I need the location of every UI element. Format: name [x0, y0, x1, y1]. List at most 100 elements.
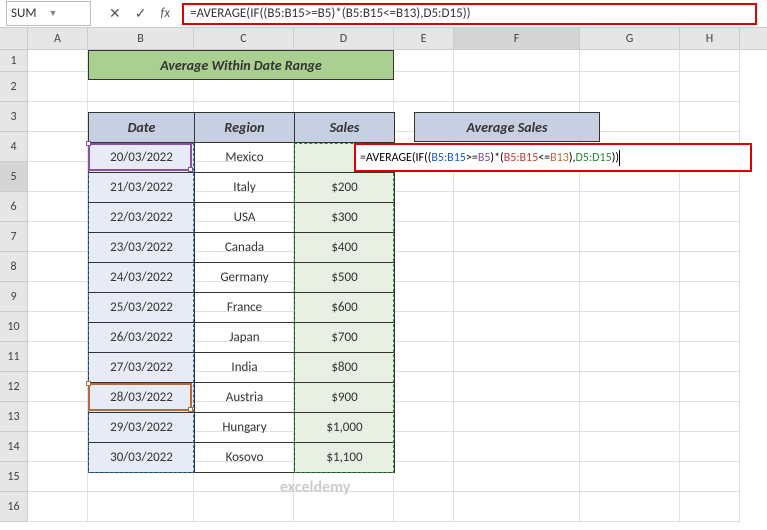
- cell-E8[interactable]: [394, 252, 454, 282]
- cell-H16[interactable]: [680, 492, 740, 522]
- cell-F14[interactable]: [454, 432, 580, 462]
- cell-E6[interactable]: [394, 192, 454, 222]
- col-header-D[interactable]: D: [294, 28, 394, 49]
- cell-F10[interactable]: [454, 312, 580, 342]
- cell-D16[interactable]: [294, 492, 394, 522]
- row-header[interactable]: 11: [0, 342, 28, 372]
- row-header[interactable]: 15: [0, 462, 28, 492]
- cell-H14[interactable]: [680, 432, 740, 462]
- cell-F2[interactable]: [454, 72, 580, 102]
- col-header-F[interactable]: F: [454, 28, 580, 49]
- cell-E16[interactable]: [394, 492, 454, 522]
- cell-F12[interactable]: [454, 372, 580, 402]
- cell-H12[interactable]: [680, 372, 740, 402]
- row-header[interactable]: 4: [0, 132, 28, 162]
- row-header[interactable]: 10: [0, 312, 28, 342]
- cell-A15[interactable]: [28, 462, 88, 492]
- active-cell-formula[interactable]: =AVERAGE(IF((B5:B15>=B5)*(B5:B15<=B13),D…: [354, 143, 752, 172]
- cell-G12[interactable]: [580, 372, 680, 402]
- formula-bar-input[interactable]: =AVERAGE(IF((B5:B15>=B5)*(B5:B15<=B13),D…: [182, 3, 757, 25]
- cell-C16[interactable]: [194, 492, 294, 522]
- cell-F11[interactable]: [454, 342, 580, 372]
- cell-G11[interactable]: [580, 342, 680, 372]
- cell-A12[interactable]: [28, 372, 88, 402]
- col-header-H[interactable]: H: [680, 28, 740, 49]
- col-header-A[interactable]: A: [28, 28, 88, 49]
- cell-date[interactable]: 20/03/2022: [89, 143, 195, 173]
- cell-F15[interactable]: [454, 462, 580, 492]
- cell-G2[interactable]: [580, 72, 680, 102]
- cell-G8[interactable]: [580, 252, 680, 282]
- cell-region[interactable]: Japan: [195, 323, 295, 353]
- chevron-down-icon[interactable]: ▼: [49, 8, 87, 19]
- cell-region[interactable]: France: [195, 293, 295, 323]
- cell-date[interactable]: 21/03/2022: [89, 173, 195, 203]
- cell-G7[interactable]: [580, 222, 680, 252]
- cell-sales[interactable]: $600: [295, 293, 395, 323]
- cell-date[interactable]: 22/03/2022: [89, 203, 195, 233]
- cell-E13[interactable]: [394, 402, 454, 432]
- enter-icon[interactable]: ✓: [135, 5, 147, 22]
- cell-sales[interactable]: $500: [295, 263, 395, 293]
- col-header-B[interactable]: B: [88, 28, 194, 49]
- cell-date[interactable]: 29/03/2022: [89, 413, 195, 443]
- cell-H11[interactable]: [680, 342, 740, 372]
- row-header[interactable]: 8: [0, 252, 28, 282]
- cell-A13[interactable]: [28, 402, 88, 432]
- cell-sales[interactable]: $700: [295, 323, 395, 353]
- col-header-E[interactable]: E: [394, 28, 454, 49]
- cell-A10[interactable]: [28, 312, 88, 342]
- col-header-G[interactable]: G: [580, 28, 680, 49]
- row-header[interactable]: 3: [0, 102, 28, 132]
- cell-B16[interactable]: [88, 492, 194, 522]
- cell-H8[interactable]: [680, 252, 740, 282]
- cell-E1[interactable]: [394, 50, 454, 72]
- cell-E10[interactable]: [394, 312, 454, 342]
- cell-G10[interactable]: [580, 312, 680, 342]
- average-sales-header[interactable]: Average Sales: [414, 112, 600, 142]
- cancel-icon[interactable]: ✕: [109, 5, 121, 22]
- cell-F13[interactable]: [454, 402, 580, 432]
- cell-A6[interactable]: [28, 192, 88, 222]
- cell-F6[interactable]: [454, 192, 580, 222]
- row-header[interactable]: 13: [0, 402, 28, 432]
- fx-icon[interactable]: fx: [160, 6, 170, 21]
- cell-H13[interactable]: [680, 402, 740, 432]
- cell-date[interactable]: 23/03/2022: [89, 233, 195, 263]
- cell-date[interactable]: 25/03/2022: [89, 293, 195, 323]
- cell-H2[interactable]: [680, 72, 740, 102]
- cell-date[interactable]: 26/03/2022: [89, 323, 195, 353]
- cell-region[interactable]: Kosovo: [195, 443, 295, 473]
- cell-E11[interactable]: [394, 342, 454, 372]
- cell-A3[interactable]: [28, 102, 88, 132]
- cell-sales[interactable]: $1,000: [295, 413, 395, 443]
- cell-G16[interactable]: [580, 492, 680, 522]
- row-header[interactable]: 6: [0, 192, 28, 222]
- cell-sales[interactable]: $800: [295, 353, 395, 383]
- cell-F8[interactable]: [454, 252, 580, 282]
- cell-F7[interactable]: [454, 222, 580, 252]
- cell-region[interactable]: Mexico: [195, 143, 295, 173]
- cell-H1[interactable]: [680, 50, 740, 72]
- header-sales[interactable]: Sales: [295, 113, 395, 143]
- cell-G9[interactable]: [580, 282, 680, 312]
- col-header-C[interactable]: C: [194, 28, 294, 49]
- header-region[interactable]: Region: [195, 113, 295, 143]
- cell-region[interactable]: India: [195, 353, 295, 383]
- cell-H10[interactable]: [680, 312, 740, 342]
- cell-E15[interactable]: [394, 462, 454, 492]
- row-header[interactable]: 16: [0, 492, 28, 522]
- cell-sales[interactable]: $300: [295, 203, 395, 233]
- cell-E14[interactable]: [394, 432, 454, 462]
- cell-F9[interactable]: [454, 282, 580, 312]
- cell-G14[interactable]: [580, 432, 680, 462]
- cell-region[interactable]: Hungary: [195, 413, 295, 443]
- cell-G6[interactable]: [580, 192, 680, 222]
- row-header[interactable]: 9: [0, 282, 28, 312]
- select-all-corner[interactable]: [0, 28, 28, 49]
- cell-E9[interactable]: [394, 282, 454, 312]
- cell-date[interactable]: 24/03/2022: [89, 263, 195, 293]
- cell-region[interactable]: Italy: [195, 173, 295, 203]
- cell-E7[interactable]: [394, 222, 454, 252]
- name-box[interactable]: SUM ▼: [6, 1, 91, 26]
